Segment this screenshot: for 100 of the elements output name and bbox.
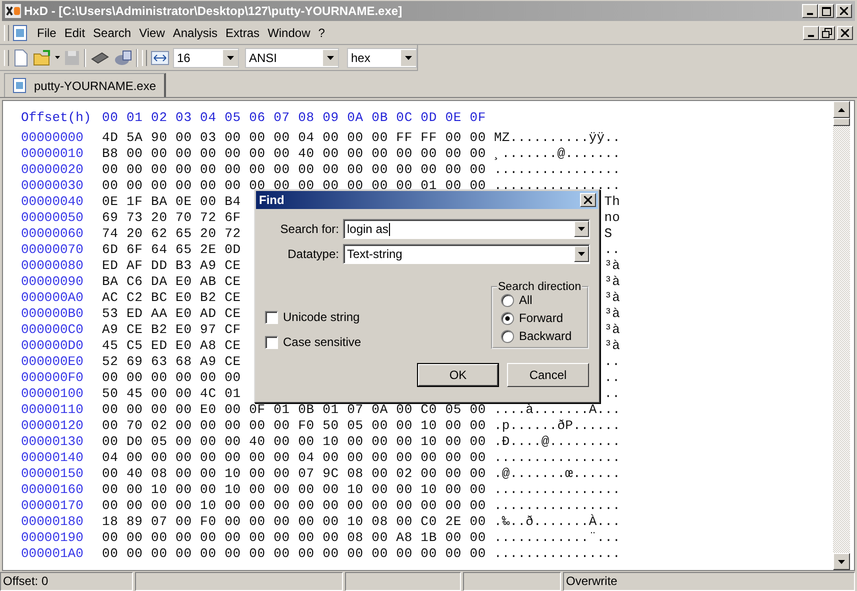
dropdown-arrow-icon — [578, 252, 585, 256]
text-column: ................ — [494, 546, 620, 561]
hex-bytes: B8 00 00 00 00 00 00 00 40 00 00 00 00 00 00 00 — [102, 146, 486, 161]
file-tab[interactable]: putty-YOURNAME.exe — [4, 73, 166, 97]
text-column: .‰..ð.......À... — [494, 514, 620, 529]
vertical-scrollbar[interactable] — [833, 101, 850, 570]
offset-base-dropdown[interactable]: hex — [347, 48, 417, 68]
close-icon — [840, 7, 848, 15]
row-offset: 00000120 — [21, 418, 84, 434]
menu-item[interactable]: Search — [89, 26, 136, 40]
datatype-dropdown[interactable]: Text-string — [343, 244, 590, 264]
menu-item[interactable]: File — [33, 26, 60, 40]
close-icon — [584, 196, 592, 204]
new-file-icon[interactable] — [13, 48, 29, 66]
close-button[interactable] — [836, 4, 852, 18]
document-icon[interactable] — [13, 25, 27, 41]
hex-bytes: 00 D0 05 00 00 00 40 00 00 10 00 00 00 10 00 00 — [102, 434, 486, 449]
menu-item[interactable]: Extras — [222, 26, 264, 40]
text-column: ................ — [494, 498, 620, 513]
scroll-up-button[interactable] — [833, 101, 850, 118]
close-button[interactable] — [837, 26, 853, 40]
row-offset: 00000140 — [21, 450, 84, 466]
radio-label: Backward — [519, 329, 572, 343]
search-field[interactable]: login as — [343, 219, 590, 239]
down-arrow-icon — [838, 560, 845, 564]
hex-bytes: 74 20 62 65 20 72 — [102, 226, 241, 241]
radio-button[interactable] — [501, 312, 514, 324]
text-column: .Ð....@......... — [494, 434, 620, 449]
text-column: ............¨... — [494, 530, 620, 545]
text-column: ................ — [494, 450, 620, 465]
menu-item[interactable]: Edit — [60, 26, 90, 40]
row-offset: 000000E0 — [21, 354, 84, 370]
row-offset: 00000050 — [21, 210, 84, 226]
text-column: Th — [604, 194, 620, 209]
text-column: no — [604, 210, 620, 225]
radio-button[interactable] — [501, 294, 514, 306]
row-offset: 00000190 — [21, 530, 84, 546]
menu-item[interactable]: ? — [314, 26, 329, 40]
scrollbar-thumb[interactable] — [833, 118, 850, 126]
disk-icon[interactable] — [114, 48, 132, 66]
status-panel: Offset: 0 — [0, 572, 133, 591]
hex-bytes: 00 00 00 00 00 00 00 00 00 00 00 00 00 00 00 00 — [102, 546, 486, 561]
radio-label: Forward — [519, 311, 564, 325]
text-column: ³à — [604, 306, 620, 321]
group-label: Search direction — [497, 281, 582, 293]
menu-item[interactable]: Window — [264, 26, 314, 40]
dialog-button[interactable]: OK — [417, 363, 499, 387]
row-offset: 000001A0 — [21, 546, 84, 562]
row-offset: 00000180 — [21, 514, 84, 530]
minimize-button[interactable] — [802, 4, 818, 18]
hex-bytes: BA C6 DA E0 AB CE — [102, 274, 241, 289]
hex-bytes: A9 CE B2 E0 97 CF — [102, 322, 241, 337]
radio-button[interactable] — [501, 330, 514, 342]
checkbox[interactable] — [265, 336, 278, 348]
text-column: .. — [604, 386, 620, 401]
hex-bytes: 00 00 10 00 00 10 00 00 00 00 10 00 00 10 00 00 — [102, 482, 486, 497]
text-column: .@.......œ...... — [494, 466, 620, 481]
text-column: ³à — [604, 258, 620, 273]
row-offset: 00000020 — [21, 162, 84, 178]
row-offset: 000000D0 — [21, 338, 84, 354]
row-offset: 000000C0 — [21, 322, 84, 338]
hex-bytes: 53 ED AA E0 AD CE — [102, 306, 241, 321]
scroll-down-button[interactable] — [833, 553, 850, 570]
dropdown-arrow-icon — [405, 56, 412, 60]
minimize-button[interactable] — [803, 26, 819, 40]
close-icon — [841, 29, 849, 37]
text-column: .p......ðP...... — [494, 418, 620, 433]
hex-bytes: 00 00 00 00 00 00 00 00 00 00 08 00 A8 1B 00 00 — [102, 530, 486, 545]
row-offset: 00000060 — [21, 226, 84, 242]
row-offset: 00000090 — [21, 274, 84, 290]
text-column: .. — [604, 354, 620, 369]
hex-bytes: AC C2 BC E0 B2 CE — [102, 290, 241, 305]
menu-item[interactable]: Analysis — [168, 26, 222, 40]
field-label: Datatype: — [286, 247, 339, 261]
hex-bytes: 04 00 00 00 00 00 00 00 04 00 00 00 00 00 00 00 — [102, 450, 486, 465]
text-column: ....à.......À... — [494, 402, 620, 417]
document-icon — [13, 78, 26, 93]
text-column: ¸.......@....... — [494, 146, 620, 161]
arrows-icon[interactable] — [151, 50, 169, 64]
caret-icon[interactable] — [55, 56, 60, 59]
checkbox[interactable] — [265, 310, 278, 324]
menu-item[interactable]: View — [135, 26, 169, 40]
text-column: ................ — [494, 178, 620, 193]
row-offset: 00000100 — [21, 386, 84, 402]
restore-icon — [822, 28, 832, 38]
close-button[interactable] — [580, 193, 596, 207]
hex-bytes: 00 00 00 00 E0 00 0F 01 0B 01 07 0A 00 C0 05 00 — [102, 402, 486, 417]
row-offset: 00000000 — [21, 130, 84, 146]
bytes-per-row-dropdown[interactable]: 16 — [173, 48, 239, 68]
text-column: ³à — [604, 274, 620, 289]
row-offset: 00000070 — [21, 242, 84, 258]
up-arrow-icon — [838, 108, 845, 112]
hex-bytes: 00 40 08 00 00 10 00 00 07 9C 08 00 02 00 00 00 — [102, 466, 486, 481]
radio-label: All — [519, 293, 532, 307]
charset-dropdown[interactable]: ANSI — [245, 48, 339, 68]
dialog-button[interactable]: Cancel — [507, 363, 589, 387]
restore-button[interactable] — [819, 26, 835, 40]
maximize-button[interactable] — [818, 4, 834, 18]
row-offset: 00000080 — [21, 258, 84, 274]
hex-bytes: 0E 1F BA 0E 00 B4 — [102, 194, 241, 209]
